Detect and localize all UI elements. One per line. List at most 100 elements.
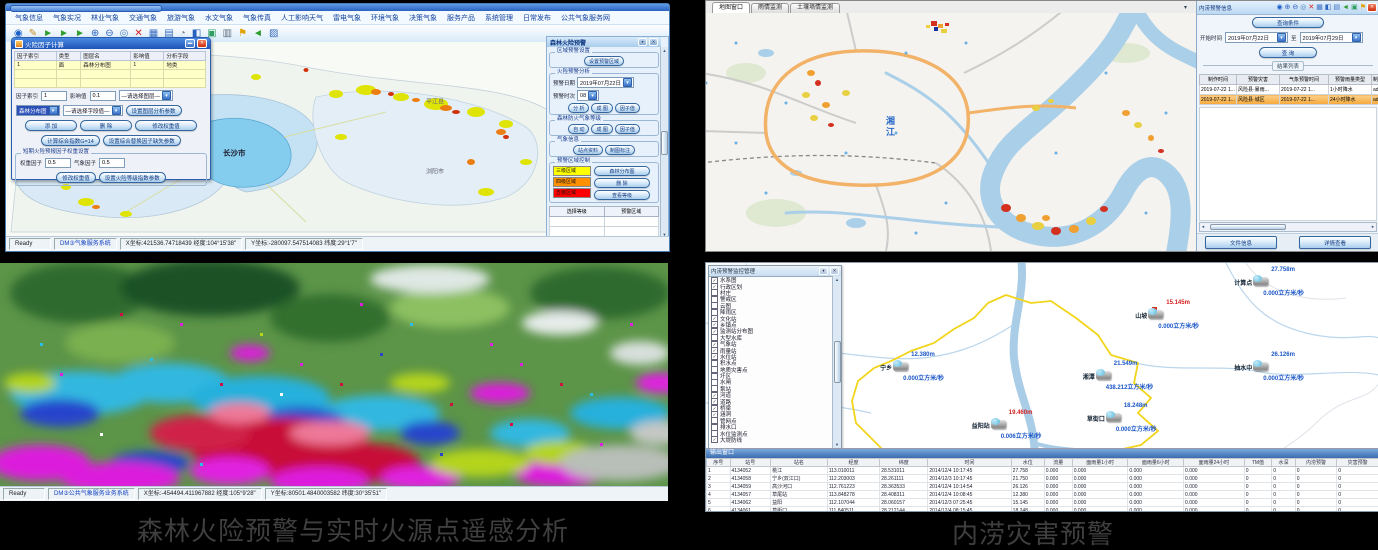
filter-button[interactable]: 查询条件 — [1252, 17, 1324, 28]
level-button[interactable]: 因子值 — [615, 124, 640, 134]
山坡[interactable]: 山坡 15.145m 0.000立方米/秒 — [1148, 310, 1163, 319]
field-select[interactable]: —请选择字段值— — [63, 105, 123, 116]
table-row[interactable]: 34134059高沙河口112.76122328.3635332014/12/4… — [707, 483, 1378, 491]
抽水中[interactable]: 抽水中 26.126m 0.000立方米/秒 — [1253, 362, 1268, 371]
map-icon[interactable]: ◧ — [1325, 4, 1332, 11]
menu-item[interactable]: 服务产品 — [442, 13, 480, 23]
modify-weight-button[interactable]: 修改权重值 — [135, 120, 197, 131]
weather-button[interactable]: 制图标注 — [605, 145, 635, 155]
date-to-picker[interactable]: 2019年07月29日 — [1300, 32, 1363, 43]
city-flood-map[interactable] — [706, 13, 1196, 251]
column-header[interactable]: 制作人 — [1372, 75, 1378, 85]
close-icon[interactable]: ✕ — [197, 39, 207, 48]
scroll-thumb[interactable] — [661, 131, 668, 155]
analysis-button[interactable]: 分 析 — [568, 103, 589, 113]
add-button[interactable]: 添 加 — [25, 120, 77, 131]
scroll-up-icon[interactable]: ▲ — [835, 277, 839, 282]
tab-overflow-icon[interactable]: ▾ — [1184, 4, 1187, 11]
计算点[interactable]: 计算点 27.758m 0.000立方米/秒 — [1253, 277, 1268, 286]
table-row[interactable]: 2019-07-22 1...风险县·暴雨...2019-07-22 1...1… — [1200, 85, 1378, 95]
menu-item[interactable]: 交通气象 — [124, 13, 162, 23]
scroll-thumb[interactable] — [834, 341, 841, 383]
chart-icon[interactable]: ▨ — [269, 29, 278, 39]
menu-item[interactable]: 水文气象 — [200, 13, 238, 23]
menu-item[interactable]: 雷电气象 — [328, 13, 366, 23]
search-button[interactable]: 查 询 — [1259, 47, 1317, 58]
warn-date-select[interactable]: 2019年07月22日 — [577, 77, 634, 88]
zoom-in-icon[interactable]: ⊕ — [1285, 4, 1291, 11]
menu-item[interactable]: 气象实况 — [48, 13, 86, 23]
minimize-icon[interactable]: ▬ — [185, 39, 195, 48]
宁乡[interactable]: 宁乡 12.380m 0.000立方米/秒 — [893, 362, 908, 371]
table-row[interactable]: 14134052桃江113.01001128.5310112014/12/4 1… — [707, 467, 1378, 475]
menu-item[interactable]: 决策气象 — [404, 13, 442, 23]
dialog-titlebar[interactable]: 火险因子计算 ▬ ✕ — [12, 38, 210, 49]
back-icon[interactable]: ◄ — [253, 29, 263, 39]
table-row[interactable] — [550, 217, 659, 227]
scrollbar[interactable]: ▲ ▼ — [660, 47, 668, 238]
factor-index-input[interactable]: 1 — [41, 91, 67, 101]
selected-layer-select[interactable]: 森林分布图 — [16, 105, 60, 116]
pin-icon[interactable]: ▾ — [638, 38, 647, 46]
date-from-picker[interactable]: 2019年07月22日 — [1225, 32, 1288, 43]
warn-time-select[interactable]: 08 — [577, 90, 599, 101]
globe-icon[interactable]: ◉ — [1276, 4, 1282, 11]
table-row[interactable]: 54134062益阳112.10704428.0601572014/12/3 0… — [707, 499, 1378, 507]
detail-view-button[interactable]: 详情查看 — [1299, 236, 1371, 249]
weight-factor-input[interactable]: 0.5 — [45, 158, 71, 168]
column-header[interactable]: 预警雨量类型 — [1329, 75, 1372, 85]
level-button[interactable]: 自 动 — [568, 124, 589, 134]
sidebar-titlebar[interactable]: 森林火险预警 ▾ ✕ — [547, 37, 661, 47]
layer-item[interactable]: 大堤防线 — [711, 437, 833, 443]
table-row[interactable]: 64134061草街口111.84051128.2121442014/12/4 … — [707, 507, 1378, 513]
tab[interactable]: 雨情监测 — [751, 3, 789, 13]
sidebar-titlebar[interactable]: 内涝预警信息 ◉⊕⊖◎✕▦◧▤◄▣⚑ ✕ — [1197, 1, 1378, 15]
level-button[interactable]: 成 图 — [591, 124, 612, 134]
layer-checkbox[interactable] — [711, 436, 718, 443]
scroll-up-icon[interactable]: ▲ — [663, 48, 667, 53]
table-row[interactable]: 1面森林分布图1地类 — [15, 61, 206, 70]
zoom-out-icon[interactable]: ⊖ — [1292, 4, 1298, 11]
close-icon[interactable]: ✕ — [649, 38, 658, 46]
menu-item[interactable]: 旅游气象 — [162, 13, 200, 23]
clear-icon[interactable]: ✕ — [1308, 4, 1314, 11]
menu-item[interactable]: 气象传真 — [238, 13, 276, 23]
table-row[interactable]: 2019-07-22 1...风险县·城区2019-07-22 1...24小时… — [1200, 95, 1378, 105]
zone-button[interactable]: 查看等级 — [594, 190, 650, 200]
print-icon[interactable]: ▥ — [223, 29, 232, 39]
horizontal-scrollbar[interactable] — [1199, 222, 1377, 232]
weight-input[interactable]: 0.1 — [90, 91, 116, 101]
image-icon[interactable]: ▣ — [1351, 4, 1358, 11]
collapse-icon[interactable]: ▾ — [819, 267, 828, 275]
flag-icon[interactable]: ⚑ — [238, 29, 247, 39]
flag-icon[interactable]: ⚑ — [1360, 4, 1366, 11]
analysis-button[interactable]: 成 图 — [591, 103, 612, 113]
document-icon[interactable]: ▤ — [1334, 4, 1341, 11]
modify-weight2-button[interactable]: 修改权重值 — [56, 172, 96, 183]
table-row[interactable] — [550, 227, 659, 237]
table-row[interactable]: 44134057草尾站113.84827828.4083112014/12/4 … — [707, 491, 1378, 499]
湘潭[interactable]: 湘潭 21.549m 438.212立方米/秒 — [1096, 371, 1111, 380]
weather-button[interactable]: 站点资料 — [573, 145, 603, 155]
tab[interactable]: 土壤墒情监测 — [790, 3, 840, 13]
益阳站[interactable]: 益阳站 19.460m 0.006立方米/秒 — [991, 420, 1006, 429]
column-header[interactable]: 预警灾害 — [1237, 75, 1280, 85]
menu-item[interactable]: 环境气象 — [366, 13, 404, 23]
layer-select[interactable]: —请选择图层— — [119, 90, 174, 101]
table-row[interactable] — [15, 70, 206, 79]
scrollbar[interactable]: ▲ ▼ — [832, 276, 841, 448]
menu-item[interactable]: 气象信息 — [10, 13, 48, 23]
menu-item[interactable]: 公共气象服务网 — [556, 13, 615, 23]
menu-item[interactable]: 人工影响天气 — [276, 13, 328, 23]
delete-button[interactable]: 删 除 — [80, 120, 132, 131]
menu-item[interactable]: 日常发布 — [518, 13, 556, 23]
file-info-button[interactable]: 文件信息 — [1205, 236, 1277, 249]
weather-factor-input[interactable]: 0.5 — [99, 158, 125, 168]
tab[interactable]: 地图窗口 — [712, 2, 750, 13]
satellite-image[interactable] — [0, 263, 668, 487]
grid-icon[interactable]: ▦ — [1316, 4, 1323, 11]
scroll-thumb[interactable] — [1210, 224, 1286, 230]
set-region-button[interactable]: 设置预警区域 — [584, 56, 624, 66]
set-level-button[interactable]: 设置火险等级指数参数 — [99, 172, 166, 183]
column-header[interactable]: 制作时间 — [1200, 75, 1237, 85]
